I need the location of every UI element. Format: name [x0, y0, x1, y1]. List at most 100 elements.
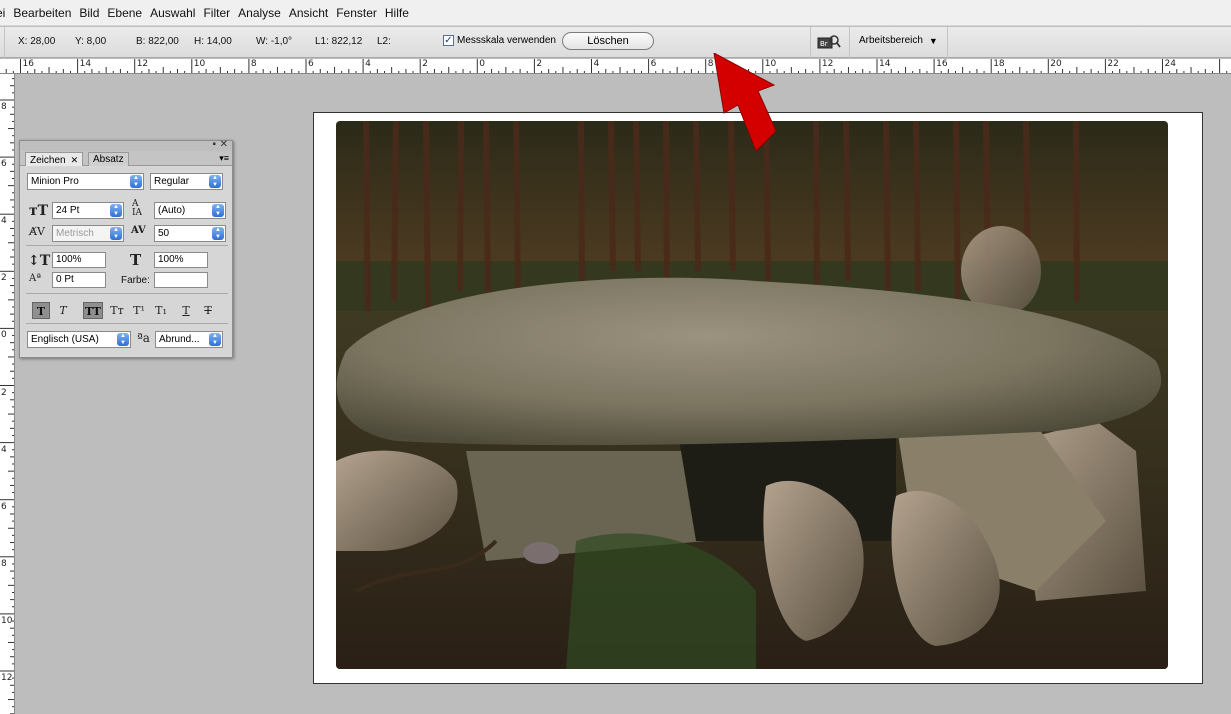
ruler-tick-label: 18	[993, 59, 1005, 69]
stepper-icon: ▲ ▼	[130, 175, 142, 188]
faux-italic-button[interactable]: T	[54, 302, 72, 319]
font-style-select[interactable]: Regular ▲ ▼	[150, 173, 223, 190]
tracking-icon: AV	[131, 225, 146, 236]
stepper-icon: ▲ ▼	[209, 333, 221, 346]
menu-bar: ei Bearbeiten Bild Ebene Auswahl Filter …	[0, 0, 1231, 26]
ruler-tick-label: 12	[821, 59, 834, 69]
menu-filter[interactable]: Filter	[199, 0, 234, 26]
length2-readout: L2:	[377, 36, 391, 47]
kerning-value: Metrisch	[56, 228, 94, 239]
panel-menu-icon[interactable]: ▾≡	[219, 153, 229, 164]
tab-character-label: Zeichen	[30, 155, 66, 166]
checkmark-icon[interactable]: ✓	[443, 35, 454, 46]
ruler-tick-label: 4	[1, 444, 7, 455]
menu-select[interactable]: Auswahl	[146, 0, 199, 26]
menu-analysis[interactable]: Analyse	[234, 0, 285, 26]
ruler-tick-label: 2	[422, 59, 428, 69]
horizontal-scale-field[interactable]: 100%	[154, 252, 208, 268]
kerning-icon: A̸V	[29, 225, 45, 238]
options-divider	[4, 27, 5, 58]
menu-image[interactable]: Bild	[75, 0, 103, 26]
strikethrough-button[interactable]: T	[199, 302, 217, 319]
menu-file[interactable]: ei	[0, 0, 9, 26]
vertical-ruler[interactable]: 8 6 4 2 0 2 4 6 8 10 12	[0, 74, 15, 714]
collapse-icon[interactable]: ▪	[212, 139, 216, 150]
menu-view[interactable]: Ansicht	[285, 0, 332, 26]
chevron-down-icon: ▼	[928, 35, 938, 46]
panel-divider	[26, 323, 228, 324]
menu-window[interactable]: Fenster	[332, 0, 381, 26]
length1-readout: L1: 822,12	[315, 36, 363, 47]
ruler-tick-label: 10	[1, 615, 13, 626]
ruler-tick-label: 12	[1, 673, 13, 683]
ruler-tick-label: 14	[79, 59, 92, 69]
stepper-icon: ▲ ▼	[212, 204, 224, 217]
ruler-tick-label: 8	[1, 102, 7, 112]
workspace-menu[interactable]: Arbeitsbereich ▼	[859, 35, 938, 46]
baseline-shift-value: 0 Pt	[56, 274, 74, 285]
horizontal-scale-value: 100%	[158, 254, 184, 265]
menu-layer[interactable]: Ebene	[103, 0, 146, 26]
baseline-shift-field[interactable]: 0 Pt	[52, 272, 106, 288]
antialias-value: Abrund...	[159, 334, 200, 345]
character-panel: ▪ ✕ Zeichen ✕ Absatz ▾≡ Minion Pro ▲ ▼ Reg…	[19, 139, 233, 358]
leading-select[interactable]: (Auto) ▲ ▼	[154, 202, 226, 219]
ruler-tick-label: 4	[593, 59, 600, 69]
menu-edit[interactable]: Bearbeiten	[9, 0, 75, 26]
svg-text:Br: Br	[820, 40, 828, 48]
height-readout: H: 14,00	[194, 36, 232, 47]
tracking-select[interactable]: 50 ▲ ▼	[154, 225, 226, 242]
leading-icon: A IA	[132, 199, 143, 218]
ruler-tick-label: 4	[1, 216, 7, 227]
options-bar: X: 28,00 Y: 8,00 B: 822,00 H: 14,00 W: -…	[0, 27, 1231, 58]
leading-value: (Auto)	[158, 205, 186, 216]
font-family-value: Minion Pro	[31, 176, 79, 187]
angle-readout: W: -1,0°	[256, 36, 293, 47]
kerning-select[interactable]: Metrisch ▲ ▼	[52, 225, 124, 242]
faux-bold-button[interactable]: T	[32, 302, 50, 319]
font-family-select[interactable]: Minion Pro ▲ ▼	[27, 173, 144, 190]
font-style-value: Regular	[154, 176, 190, 187]
options-divider	[849, 27, 850, 58]
vertical-scale-field[interactable]: 100%	[52, 252, 106, 268]
tab-paragraph-label: Absatz	[93, 154, 124, 165]
tab-character[interactable]: Zeichen ✕	[25, 152, 84, 166]
dolmen-photo	[336, 121, 1168, 669]
close-icon[interactable]: ✕	[71, 155, 79, 165]
menu-help[interactable]: Hilfe	[381, 0, 413, 26]
x-readout: X: 28,00	[18, 36, 56, 47]
vertical-scale-icon: ↕T	[28, 253, 51, 269]
all-caps-button[interactable]: TT	[83, 302, 103, 319]
horizontal-ruler[interactable]: 16 14 12 10 8 6 4 2 0 2 4 6 8 10 12 14 16 18 20 22 24	[0, 59, 1231, 74]
font-size-select[interactable]: 24 Pt ▲ ▼	[52, 202, 124, 219]
stepper-icon: ▲ ▼	[212, 227, 224, 240]
workspace-label: Arbeitsbereich	[859, 35, 923, 46]
stepper-icon: ▲ ▼	[110, 204, 122, 217]
superscript-button[interactable]: T¹	[129, 302, 149, 319]
underline-button[interactable]: T	[177, 302, 195, 319]
ruler-tick-label: 10	[193, 59, 206, 69]
ruler-tick-label: 8	[250, 59, 257, 69]
close-icon[interactable]: ✕	[220, 139, 228, 150]
clear-button[interactable]: Löschen	[562, 32, 654, 50]
bridge-icon[interactable]: Br	[817, 34, 841, 50]
ruler-tick-label: 2	[1, 387, 7, 398]
measure-scale-checkbox[interactable]: ✓ Messskala verwenden	[443, 35, 556, 46]
document-canvas[interactable]	[313, 112, 1203, 684]
ruler-tick-label: 4	[365, 59, 371, 69]
ruler-tick-label: 20	[1050, 59, 1062, 69]
tab-paragraph[interactable]: Absatz	[88, 152, 129, 166]
language-select[interactable]: Englisch (USA) ▲ ▼	[27, 331, 131, 348]
ruler-tick-label: 6	[308, 59, 314, 69]
options-divider	[810, 27, 811, 58]
subscript-button[interactable]: T₁	[151, 302, 171, 319]
red-arrow-annotation	[713, 53, 777, 151]
ruler-tick-label: 24	[1164, 59, 1176, 69]
antialias-select[interactable]: Abrund... ▲ ▼	[155, 331, 223, 348]
panel-title-bar[interactable]: ▪ ✕	[20, 139, 232, 151]
color-swatch[interactable]	[154, 272, 208, 288]
options-divider	[947, 27, 948, 58]
ruler-tick-label: 6	[1, 159, 7, 170]
small-caps-button[interactable]: Tᴛ	[107, 302, 127, 319]
ruler-tick-label: 0	[479, 59, 486, 69]
